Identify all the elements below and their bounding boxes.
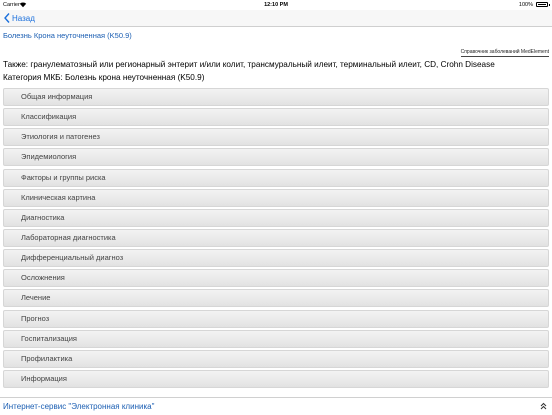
section-item[interactable]: Диагностика (3, 208, 549, 227)
section-item[interactable]: Клиническая картина (3, 188, 549, 207)
battery-percent: 100% (518, 2, 533, 8)
section-item[interactable]: Госпитализация (3, 329, 549, 348)
section-item[interactable]: Информация (3, 369, 549, 388)
section-item[interactable]: Дифференциальный диагноз (3, 249, 549, 268)
section-item[interactable]: Профилактика (3, 349, 549, 368)
footer-link[interactable]: Интернет-сервис "Электронная клиника" (3, 402, 154, 411)
back-label: Назад (12, 13, 35, 23)
section-item[interactable]: Факторы и группы риска (3, 168, 549, 187)
status-bar: Carrier 12:10 PM 100% (0, 0, 552, 10)
clock: 12:10 PM (264, 2, 288, 8)
section-item[interactable]: Этиология и патогенез (3, 128, 549, 147)
section-item[interactable]: Осложнения (3, 269, 549, 288)
navigation-bar: Назад (0, 10, 552, 27)
section-item[interactable]: Эпидемиология (3, 148, 549, 167)
battery-icon (536, 2, 548, 7)
section-item[interactable]: Лабораторная диагностика (3, 228, 549, 247)
reference-link[interactable]: Справочник заболеваний MedElement (460, 49, 549, 57)
icd-category-text: Категория МКБ: Болезнь крона неуточненна… (3, 73, 205, 82)
section-item[interactable]: Классификация (3, 108, 549, 127)
synonyms-text: Также: гранулематозный или регионарный э… (3, 60, 495, 69)
chevron-left-icon (4, 13, 10, 23)
double-chevron-up-icon[interactable] (540, 402, 547, 410)
back-button[interactable]: Назад (4, 11, 35, 25)
section-list: Общая информация Классификация Этиология и… (3, 88, 549, 390)
section-item[interactable]: Прогноз (3, 309, 549, 328)
battery-tip (548, 3, 550, 6)
footer-bar: Интернет-сервис "Электронная клиника" (0, 397, 552, 415)
section-item[interactable]: Общая информация (3, 88, 549, 106)
section-item[interactable]: Лечение (3, 289, 549, 308)
page-title: Болезнь Крона неуточненная (K50.9) (3, 31, 132, 40)
